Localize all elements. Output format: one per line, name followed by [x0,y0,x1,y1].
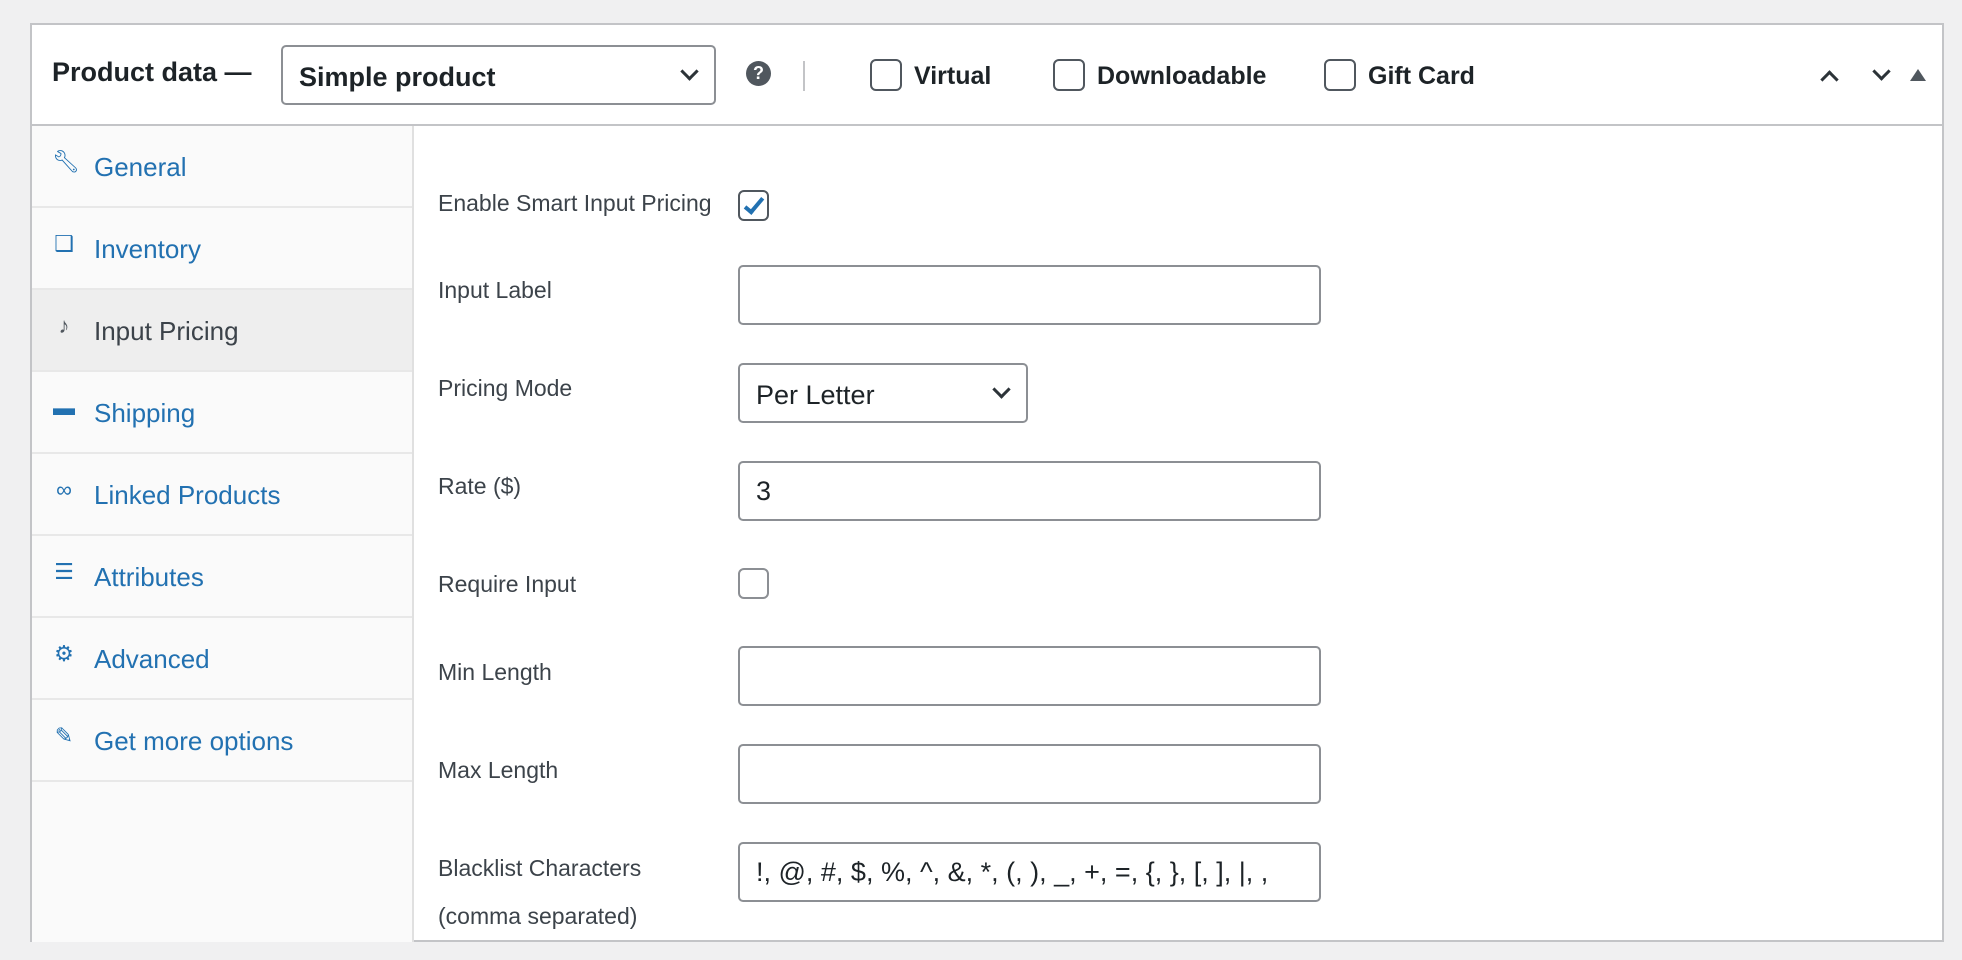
downloadable-checkbox[interactable] [1053,59,1085,91]
tab-linked-products-label[interactable]: Linked Products [94,479,280,511]
input-label-field[interactable] [738,265,1321,325]
tab-general[interactable]: 🔧︎ General [32,126,412,208]
chevron-down-icon [992,380,1011,399]
pricing-mode-value: Per Letter [756,380,875,410]
product-type-select[interactable]: Simple product [281,45,716,105]
pricing-mode-select[interactable]: Per Letter [738,363,1028,423]
gear-icon: ⚙ [54,641,74,666]
triangle-up-icon [1910,69,1926,81]
panel-title: Product data — [52,57,252,87]
enable-smart-pricing-label: Enable Smart Input Pricing [438,190,712,216]
tab-inventory[interactable]: ❑ Inventory [32,208,412,290]
max-length-field[interactable] [738,744,1321,804]
blacklist-label: Blacklist Characters [438,855,642,881]
checkmark-icon [743,193,765,215]
enable-smart-pricing-checkbox[interactable] [738,190,769,221]
tab-input-pricing[interactable]: ♪ Input Pricing [32,290,412,372]
blacklist-field[interactable] [738,842,1321,902]
wrench-icon: 🔧︎ [52,149,80,174]
virtual-checkbox[interactable] [870,59,902,91]
virtual-label[interactable]: Virtual [914,61,991,91]
product-data-header: Product data — Simple product ? Virtual … [32,25,1942,126]
list-card-icon: ☰ [54,559,74,584]
rate-label: Rate ($) [438,473,522,499]
gift-card-checkbox[interactable] [1324,59,1356,91]
tab-attributes-label[interactable]: Attributes [94,561,204,593]
product-type-value: Simple product [299,62,496,92]
tab-get-more-options-label[interactable]: Get more options [94,725,293,757]
input-pricing-form: Enable Smart Input Pricing Input Label P… [414,126,1942,940]
product-data-tabs: 🔧︎ General ❑ Inventory ♪ Input Pricing ▬… [32,126,414,942]
tab-input-pricing-label[interactable]: Input Pricing [94,315,239,347]
tab-shipping-label[interactable]: Shipping [94,397,195,429]
input-label-label: Input Label [438,277,552,303]
min-length-field[interactable] [738,646,1321,706]
chevron-up-icon [1820,70,1839,89]
header-divider [803,61,805,91]
chevron-down-icon [680,62,699,81]
tab-inventory-label[interactable]: Inventory [94,233,201,265]
tab-advanced-label[interactable]: Advanced [94,643,210,675]
blacklist-label-hint: (comma separated) [438,903,638,929]
tab-general-label[interactable]: General [94,151,187,183]
max-length-label: Max Length [438,757,559,783]
tab-advanced[interactable]: ⚙ Advanced [32,618,412,700]
tab-attributes[interactable]: ☰ Attributes [32,536,412,618]
rate-field[interactable] [738,461,1321,521]
bell-icon: ♪ [58,313,70,338]
link-icon: ∞ [56,477,72,502]
tag-icon: ❑ [54,231,74,256]
plugin-icon: ✎ [54,723,74,748]
tab-linked-products[interactable]: ∞ Linked Products [32,454,412,536]
require-input-label: Require Input [438,571,577,597]
tab-shipping[interactable]: ▬ Shipping [32,372,412,454]
chevron-down-icon [1872,62,1891,81]
move-up-button[interactable] [1813,61,1847,91]
help-icon[interactable]: ? [746,61,771,86]
require-input-checkbox[interactable] [738,568,769,599]
product-data-panel: Product data — Simple product ? Virtual … [30,23,1944,942]
toggle-panel-button[interactable] [1902,61,1936,91]
move-down-button[interactable] [1865,61,1899,91]
gift-card-label[interactable]: Gift Card [1368,61,1475,91]
downloadable-label[interactable]: Downloadable [1097,61,1266,91]
truck-icon: ▬ [53,395,75,420]
min-length-label: Min Length [438,659,552,685]
pricing-mode-label: Pricing Mode [438,375,573,401]
tab-get-more-options[interactable]: ✎ Get more options [32,700,412,782]
